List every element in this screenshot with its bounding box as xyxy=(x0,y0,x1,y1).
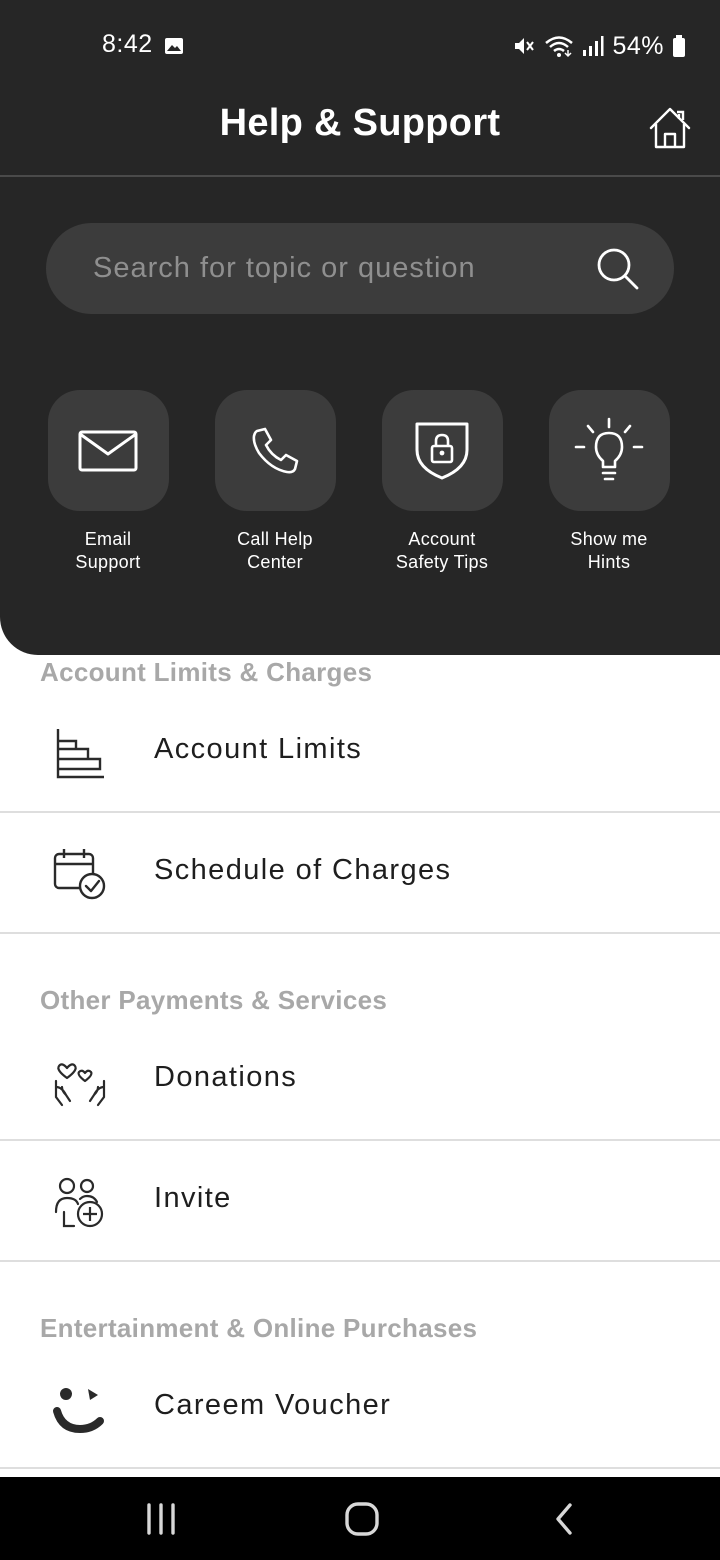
page-title: Help & Support xyxy=(219,102,501,144)
list-item-invite[interactable]: Invite xyxy=(0,1142,720,1262)
bar-chart-icon xyxy=(56,729,104,779)
call-help-center-button[interactable]: Call Help Center xyxy=(200,390,350,574)
show-me-hints-label: Show me Hints xyxy=(570,529,648,572)
divider xyxy=(0,1467,720,1469)
account-safety-tips-button[interactable]: Account Safety Tips xyxy=(367,390,517,574)
status-time: 8:42 xyxy=(102,30,153,58)
signal-icon xyxy=(583,36,604,56)
call-help-center-tile[interactable] xyxy=(214,390,336,511)
list-item-account-limits[interactable]: Account Limits xyxy=(0,693,720,813)
calendar-check-icon xyxy=(53,849,106,900)
home-nav-icon[interactable] xyxy=(332,1495,392,1543)
show-me-hints-button[interactable]: Show me Hints xyxy=(534,390,684,574)
system-nav-bar xyxy=(0,1477,720,1560)
back-icon[interactable] xyxy=(534,1495,594,1543)
list-item-careem-voucher[interactable]: Careem Voucher xyxy=(0,1349,720,1469)
home-icon[interactable] xyxy=(646,104,694,152)
list-item-label: Invite xyxy=(154,1182,232,1214)
wifi-icon xyxy=(545,36,574,58)
list-item-donations[interactable]: Donations xyxy=(0,1021,720,1141)
list-item-schedule-of-charges[interactable]: Schedule of Charges xyxy=(0,814,720,934)
search-icon[interactable] xyxy=(594,245,642,293)
list-item-label: Careem Voucher xyxy=(154,1389,392,1421)
divider xyxy=(0,811,720,813)
section-title-account-limits: Account Limits & Charges xyxy=(40,657,373,687)
mute-icon xyxy=(515,38,535,54)
careem-logo-icon xyxy=(53,1388,104,1434)
title-bar: Help & Support xyxy=(0,90,720,176)
hands-heart-icon xyxy=(54,1063,106,1107)
account-safety-tips-label: Account Safety Tips xyxy=(395,529,489,572)
image-icon xyxy=(165,38,183,54)
email-support-label: Email Support xyxy=(75,529,141,572)
shield-lock-icon xyxy=(415,422,469,479)
section-title-entertainment: Entertainment & Online Purchases xyxy=(40,1313,478,1343)
list-item-label: Donations xyxy=(154,1061,298,1093)
search-bar[interactable] xyxy=(46,223,674,314)
section-title-other-payments: Other Payments & Services xyxy=(40,985,388,1015)
lightbulb-icon xyxy=(574,417,644,480)
email-support-tile[interactable] xyxy=(47,390,169,511)
divider xyxy=(0,1260,720,1262)
divider xyxy=(0,1139,720,1141)
divider xyxy=(0,932,720,934)
header-panel: 8:42 54% Help & Support Search for topic… xyxy=(0,0,720,655)
email-support-button[interactable]: Email Support xyxy=(33,390,183,574)
call-help-center-label: Call Help Center xyxy=(237,529,313,572)
search-input[interactable] xyxy=(93,252,594,285)
show-me-hints-tile[interactable] xyxy=(548,390,670,511)
header-divider xyxy=(0,175,720,177)
recents-icon[interactable] xyxy=(131,1495,191,1543)
status-icons: 54% xyxy=(512,30,686,62)
list-item-label: Account Limits xyxy=(154,733,363,765)
envelope-icon xyxy=(78,430,138,471)
phone-icon xyxy=(252,427,299,473)
account-safety-tips-tile[interactable] xyxy=(381,390,503,511)
battery-icon xyxy=(673,35,685,57)
add-person-icon xyxy=(54,1177,104,1228)
status-bar: 8:42 54% xyxy=(0,0,720,90)
list-item-label: Schedule of Charges xyxy=(154,854,452,886)
battery-percent: 54% xyxy=(612,31,664,60)
